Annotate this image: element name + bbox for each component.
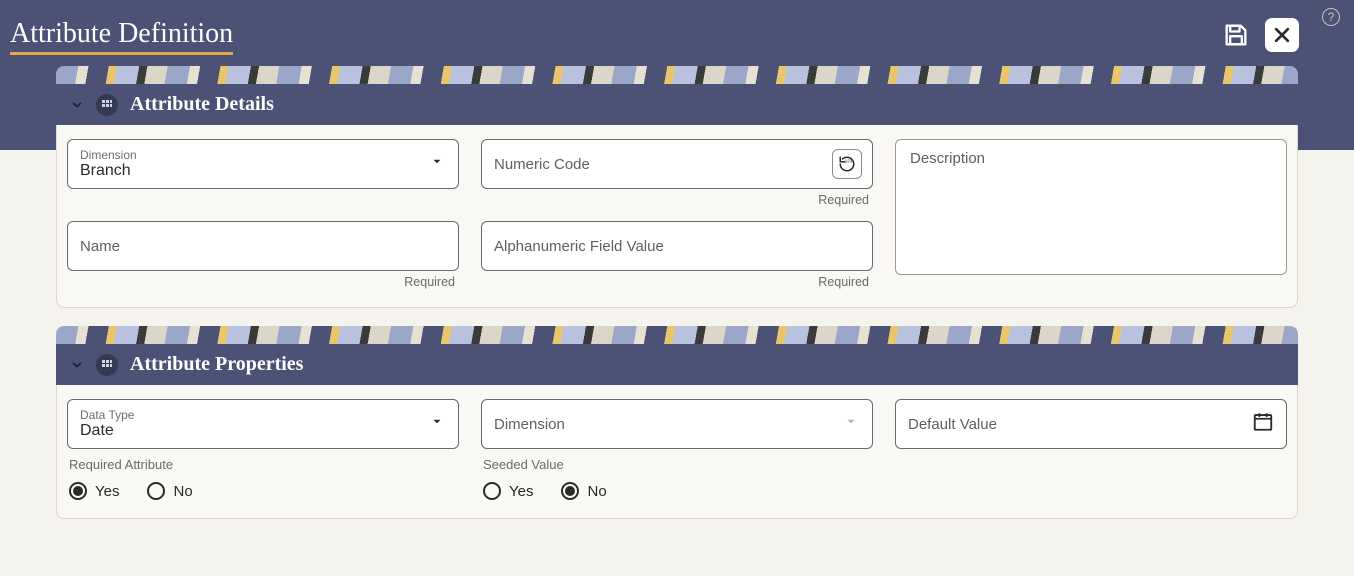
numeric-code-field[interactable]: Numeric Code 123	[481, 139, 873, 189]
alpha-helper: Required	[481, 275, 873, 289]
seeded-yes-radio[interactable]: Yes	[483, 482, 533, 500]
seeded-value-radio-group: Yes No	[483, 482, 873, 500]
chevron-down-icon	[430, 415, 444, 434]
radio-label: No	[173, 483, 192, 500]
close-button[interactable]	[1265, 18, 1299, 52]
attribute-details-header: Attribute Details	[56, 84, 1298, 125]
alpha-field[interactable]: Alphanumeric Field Value	[481, 221, 873, 271]
name-field[interactable]: Name	[67, 221, 459, 271]
seeded-value-label: Seeded Value	[483, 457, 873, 472]
generate-code-button[interactable]: 123	[832, 149, 862, 179]
radio-label: Yes	[95, 483, 119, 500]
chevron-down-icon	[70, 358, 84, 372]
radio-icon	[69, 482, 87, 500]
svg-text:123: 123	[845, 159, 853, 164]
grid-icon	[101, 99, 113, 111]
refresh-icon: 123	[838, 155, 856, 173]
attribute-details-panel: Attribute Details Dimension Branch	[56, 66, 1298, 308]
chevron-down-icon	[430, 155, 444, 174]
numeric-code-placeholder: Numeric Code	[494, 156, 860, 173]
help-button[interactable]: ?	[1322, 8, 1340, 26]
seeded-no-radio[interactable]: No	[561, 482, 606, 500]
default-value-field[interactable]: Default Value	[895, 399, 1287, 449]
radio-icon	[561, 482, 579, 500]
required-attribute-label: Required Attribute	[69, 457, 459, 472]
radio-icon	[147, 482, 165, 500]
attribute-details-title: Attribute Details	[130, 93, 274, 116]
save-icon	[1222, 21, 1250, 49]
collapse-toggle[interactable]	[70, 98, 84, 112]
name-helper: Required	[67, 275, 459, 289]
chevron-down-icon	[844, 415, 858, 434]
chevron-down-icon	[70, 98, 84, 112]
radio-label: No	[587, 483, 606, 500]
save-button[interactable]	[1219, 18, 1253, 52]
radio-label: Yes	[509, 483, 533, 500]
attribute-properties-body: Data Type Date Required Attribute Yes	[56, 385, 1298, 519]
required-yes-radio[interactable]: Yes	[69, 482, 119, 500]
date-picker-button[interactable]	[1252, 411, 1274, 438]
decorative-band	[56, 66, 1298, 84]
description-field[interactable]: Description	[895, 139, 1287, 275]
calendar-icon	[1252, 411, 1274, 433]
dimension-label: Dimension	[80, 148, 446, 162]
data-type-select[interactable]: Data Type Date	[67, 399, 459, 449]
data-type-label: Data Type	[80, 408, 446, 422]
section-icon	[96, 94, 118, 116]
description-placeholder: Description	[910, 150, 985, 167]
header-actions	[1219, 18, 1299, 52]
dimension-value: Branch	[80, 162, 446, 180]
attribute-properties-panel: Attribute Properties Data Type Date Requ…	[56, 326, 1298, 519]
required-no-radio[interactable]: No	[147, 482, 192, 500]
required-attribute-radio-group: Yes No	[69, 482, 459, 500]
data-type-value: Date	[80, 422, 446, 440]
attribute-properties-title: Attribute Properties	[130, 353, 303, 376]
collapse-toggle[interactable]	[70, 358, 84, 372]
grid-icon	[101, 359, 113, 371]
default-value-placeholder: Default Value	[908, 416, 1274, 433]
section-icon	[96, 354, 118, 376]
decorative-band	[56, 326, 1298, 344]
dimension-select[interactable]: Dimension Branch	[67, 139, 459, 189]
radio-icon	[483, 482, 501, 500]
numeric-code-helper: Required	[481, 193, 873, 207]
name-placeholder: Name	[80, 238, 446, 255]
alpha-placeholder: Alphanumeric Field Value	[494, 238, 860, 255]
page-title: Attribute Definition	[10, 18, 233, 55]
close-icon	[1272, 25, 1292, 45]
attribute-details-body: Dimension Branch Numeric Code	[56, 125, 1298, 308]
properties-dimension-select[interactable]: Dimension	[481, 399, 873, 449]
page-header: Attribute Definition ?	[0, 0, 1354, 150]
attribute-properties-header: Attribute Properties	[56, 344, 1298, 385]
properties-dimension-placeholder: Dimension	[494, 416, 860, 433]
panels-container: Attribute Details Dimension Branch	[56, 66, 1298, 519]
